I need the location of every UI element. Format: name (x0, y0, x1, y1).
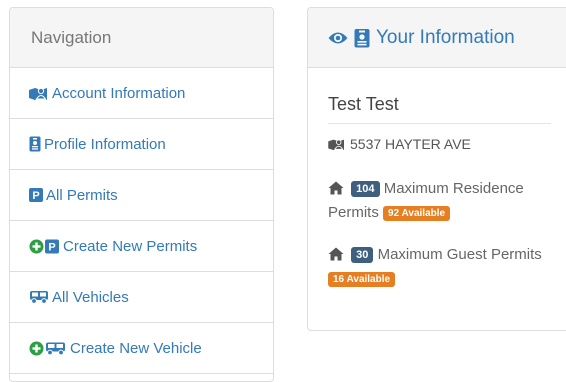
nav-item-label: All Permits (46, 186, 118, 204)
guest-count-badge: 30 (351, 247, 374, 263)
nav-item-account-information[interactable]: Account Information (10, 68, 273, 119)
map-user-icon (328, 137, 346, 151)
plus-parking-icon: P (29, 239, 60, 254)
user-name: Test Test (328, 94, 551, 124)
your-information-heading: Your Information (308, 8, 566, 68)
information-title: Your Information (376, 26, 515, 48)
your-information-panel: Your Information Test Test 5537 HAYTER A… (307, 7, 566, 331)
address-line: 5537 HAYTER AVE (328, 136, 471, 152)
address-text: 5537 HAYTER AVE (350, 136, 471, 152)
nav-item-label: All Vehicles (52, 288, 129, 306)
eye-icon (328, 31, 348, 45)
residence-available-badge: 92 Available (383, 206, 451, 221)
map-user-icon (29, 85, 49, 101)
home-icon (328, 180, 344, 202)
svg-text:P: P (48, 241, 55, 253)
residence-permits: 104 Maximum Residence Permits 92 Availab… (328, 178, 563, 224)
nav-item-label: Create New Permits (63, 237, 198, 255)
navigation-heading: Navigation (10, 8, 273, 68)
nav-item-all-vehicles[interactable]: All Vehicles (10, 272, 273, 323)
nav-item-label: Account Information (52, 84, 186, 102)
nav-item-profile-information[interactable]: Profile Information (10, 119, 273, 170)
guest-available-badge: 16 Available (328, 272, 396, 287)
guest-permits: 30 Maximum Guest Permits 16 Available (328, 244, 563, 290)
nav-item-label: Create New Vehicle (70, 339, 202, 357)
nav-item-all-permits[interactable]: P All Permits (10, 170, 273, 221)
guest-label: Maximum Guest Permits (377, 246, 542, 263)
parking-icon: P (29, 188, 43, 202)
home-icon (328, 246, 344, 268)
bus-icon (29, 290, 49, 304)
svg-text:P: P (32, 190, 39, 202)
residence-count-badge: 104 (351, 181, 380, 197)
id-badge-icon (354, 28, 370, 48)
nav-item-create-new-permits[interactable]: P Create New Permits (10, 221, 273, 272)
nav-item-label: Profile Information (44, 135, 166, 153)
navigation-panel: Navigation Account Information Profile I… (9, 7, 274, 382)
id-badge-icon (29, 136, 41, 152)
plus-bus-icon (29, 341, 67, 356)
nav-item-create-new-vehicle[interactable]: Create New Vehicle (10, 323, 273, 374)
